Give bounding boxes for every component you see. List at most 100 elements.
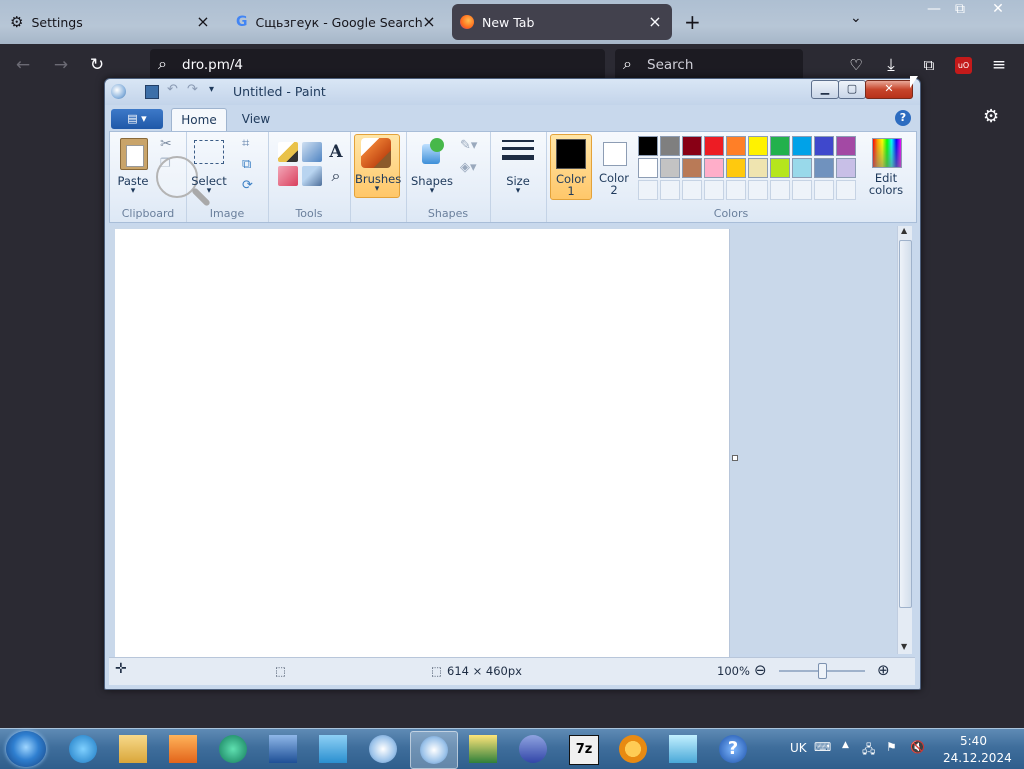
tab-home[interactable]: Home [171, 108, 227, 132]
custom-color-slot[interactable] [682, 180, 702, 200]
paint-app-icon[interactable] [111, 84, 126, 99]
search-bar[interactable]: ⌕ Search [615, 49, 803, 81]
action-center-flag-icon[interactable]: ⚑ [886, 740, 897, 754]
shape-fill-icon[interactable]: ◈▾ [460, 160, 477, 175]
chevron-down-icon[interactable]: ▾ [190, 186, 228, 196]
gear-icon[interactable]: ⚙ [983, 106, 999, 127]
minimize-button[interactable]: ▁ [811, 80, 839, 99]
custom-color-slot[interactable] [638, 180, 658, 200]
menu-icon[interactable]: ≡ [988, 54, 1010, 76]
canvas-resize-handle[interactable] [732, 455, 738, 461]
palette-swatch[interactable] [770, 136, 790, 156]
chevron-down-icon[interactable]: ▾ [116, 186, 150, 196]
zoom-slider-thumb[interactable] [818, 663, 827, 679]
drawing-canvas[interactable] [115, 229, 730, 658]
help-icon[interactable]: ? [895, 110, 911, 126]
extensions-icon[interactable]: ⧉ [918, 54, 940, 76]
chevron-down-icon[interactable]: ▾ [490, 186, 546, 196]
taskbar-button-infinity[interactable] [510, 731, 556, 767]
custom-color-slot[interactable] [792, 180, 812, 200]
palette-swatch[interactable] [748, 136, 768, 156]
restore-button[interactable]: ⧉ [942, 0, 978, 20]
redo-icon[interactable]: ↷ [187, 82, 198, 97]
tab-new-tab[interactable]: New Tab × [452, 4, 672, 40]
scrollbar-thumb[interactable] [899, 240, 912, 608]
back-icon[interactable]: ← [12, 54, 34, 76]
taskbar-button-help[interactable]: ? [710, 731, 756, 767]
palette-swatch[interactable] [792, 136, 812, 156]
text-icon[interactable]: A [326, 142, 346, 162]
palette-swatch[interactable] [660, 136, 680, 156]
palette-swatch[interactable] [726, 158, 746, 178]
color-picker-icon[interactable] [302, 166, 322, 186]
palette-swatch[interactable] [814, 158, 834, 178]
custom-color-slot[interactable] [748, 180, 768, 200]
paint-title-bar[interactable]: ↶ ↷ ▾ Untitled - Paint ▁ ▢ ✕ [105, 79, 920, 105]
close-tab-icon[interactable]: × [194, 13, 212, 31]
start-button[interactable] [6, 731, 46, 767]
outline-icon[interactable]: ✎▾ [460, 138, 477, 153]
palette-swatch[interactable] [770, 158, 790, 178]
size-icon[interactable] [502, 140, 534, 142]
close-button[interactable]: ✕ [865, 80, 913, 99]
taskbar-button-ie[interactable] [60, 731, 106, 767]
zoom-in-icon[interactable]: ⊕ [877, 661, 890, 679]
edit-colors-button[interactable]: Edit colors [864, 134, 908, 198]
close-button[interactable]: ✕ [980, 0, 1016, 20]
custom-color-slot[interactable] [660, 180, 680, 200]
crop-icon[interactable]: ⌗ [242, 136, 249, 151]
clock-date[interactable]: 24.12.2024 [943, 751, 1012, 765]
ublock-origin-icon[interactable]: uO [955, 57, 972, 74]
color2-button[interactable]: Color 2 [594, 134, 634, 198]
maximize-button[interactable]: ▢ [838, 80, 866, 99]
custom-color-slot[interactable] [704, 180, 724, 200]
taskbar-button-paint-active[interactable] [410, 731, 458, 769]
pencil-icon[interactable] [278, 142, 298, 162]
shapes-icon[interactable] [416, 138, 446, 166]
magnifier-icon[interactable]: ⌕ [326, 166, 346, 186]
downloads-icon[interactable]: ⤓ [880, 54, 902, 76]
custom-color-slot[interactable] [770, 180, 790, 200]
vertical-scrollbar[interactable]: ▲ ▼ [897, 226, 912, 654]
forward-icon[interactable]: → [50, 54, 72, 76]
cut-icon[interactable]: ✂ [160, 136, 172, 152]
clock-time[interactable]: 5:40 [960, 734, 987, 748]
palette-swatch[interactable] [836, 136, 856, 156]
volume-muted-icon[interactable]: 🔇 [910, 740, 925, 754]
palette-swatch[interactable] [638, 136, 658, 156]
palette-swatch[interactable] [836, 158, 856, 178]
url-bar[interactable]: ⌕ dro.pm/4 [150, 49, 605, 81]
taskbar-button-7zip[interactable]: 7z [560, 731, 606, 767]
list-all-tabs-icon[interactable]: ⌄ [850, 10, 862, 26]
taskbar-button-telegram[interactable] [310, 731, 356, 767]
tab-google-search[interactable]: G Сщьзгеук - Google Search × [228, 4, 446, 40]
taskbar-button-remote-desktop[interactable] [260, 731, 306, 767]
palette-swatch[interactable] [704, 136, 724, 156]
network-icon[interactable]: 🖧 [862, 740, 875, 761]
custom-color-slot[interactable] [836, 180, 856, 200]
taskbar-button-app-yellow[interactable] [460, 731, 506, 767]
close-tab-icon[interactable]: × [646, 13, 664, 31]
rotate-icon[interactable]: ⟳ [242, 178, 253, 193]
palette-swatch[interactable] [792, 158, 812, 178]
save-icon[interactable] [145, 85, 159, 99]
zoom-out-icon[interactable]: ⊖ [754, 661, 767, 679]
brushes-button[interactable]: Brushes ▾ [354, 134, 401, 198]
custom-color-slot[interactable] [726, 180, 746, 200]
taskbar-button-search-app[interactable] [610, 731, 656, 767]
reload-icon[interactable]: ↻ [86, 54, 108, 76]
customize-quick-access-icon[interactable]: ▾ [209, 84, 214, 95]
scroll-up-icon[interactable]: ▲ [901, 226, 907, 235]
show-hidden-icons-icon[interactable]: ▲ [842, 740, 849, 750]
tab-settings[interactable]: ⚙ Settings × [4, 4, 220, 40]
taskbar-button-app-green[interactable] [210, 731, 256, 767]
palette-swatch[interactable] [682, 136, 702, 156]
palette-swatch[interactable] [726, 136, 746, 156]
palette-swatch[interactable] [704, 158, 724, 178]
chevron-down-icon[interactable]: ▾ [408, 186, 456, 196]
taskbar-button-paint[interactable] [360, 731, 406, 767]
taskbar-button-explorer[interactable] [110, 731, 156, 767]
paste-icon[interactable] [120, 138, 148, 170]
keyboard-icon[interactable]: ⌨ [814, 740, 831, 754]
fill-icon[interactable] [302, 142, 322, 162]
